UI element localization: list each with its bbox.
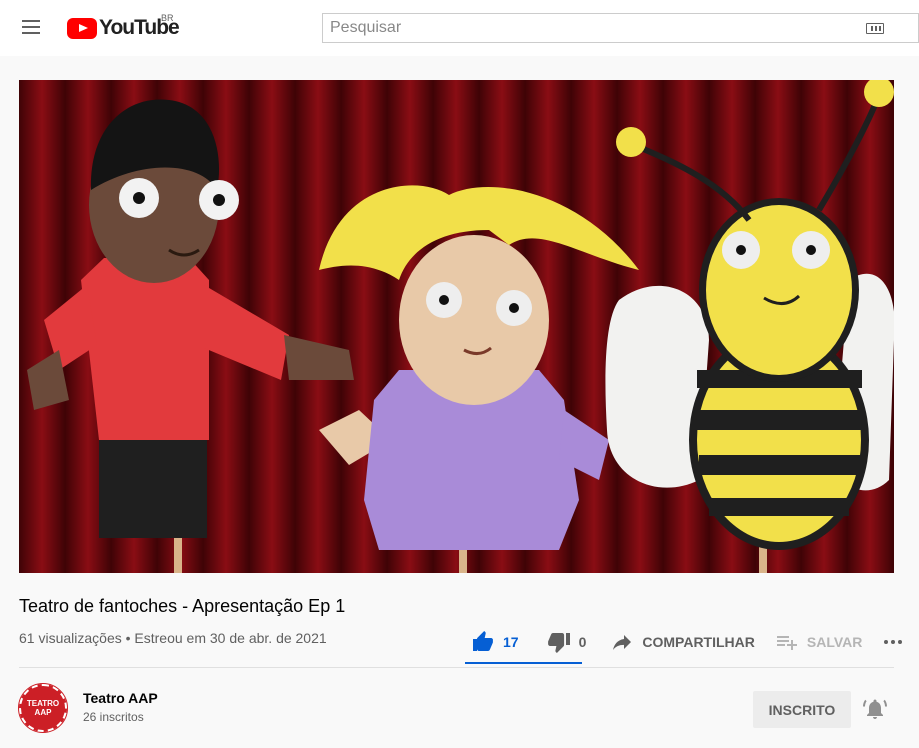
masthead: YouTube BR xyxy=(0,0,919,56)
save-button[interactable]: SALVAR xyxy=(775,622,862,662)
save-label: SALVAR xyxy=(806,634,863,650)
view-count: 61 visualizações xyxy=(19,630,122,646)
video-thumbnail xyxy=(19,80,894,573)
share-icon xyxy=(613,635,632,650)
video-title: Teatro de fantoches - Apresentação Ep 1 xyxy=(19,596,346,616)
playlist-add-icon xyxy=(776,636,797,650)
country-code: BR xyxy=(161,13,174,23)
premiere-date: Estreou em 30 de abr. de 2021 xyxy=(134,630,327,646)
divider xyxy=(19,667,894,668)
more-actions-button[interactable] xyxy=(884,622,903,662)
keyboard-icon[interactable] xyxy=(866,23,884,34)
youtube-play-icon xyxy=(67,17,97,39)
video-player[interactable] xyxy=(19,80,894,573)
video-meta: 61 visualizações • Estreou em 30 de abr.… xyxy=(19,630,327,646)
avatar-text-line1: TEATRO xyxy=(26,699,60,708)
youtube-logo[interactable]: YouTube BR xyxy=(67,13,180,40)
menu-icon[interactable] xyxy=(22,20,40,34)
sentiment-bar xyxy=(465,662,582,664)
dislike-button[interactable]: 0 xyxy=(547,622,587,662)
share-label: COMPARTILHAR xyxy=(642,634,755,650)
thumbs-down-icon xyxy=(547,633,570,653)
like-button[interactable]: 17 xyxy=(465,622,519,662)
channel-name[interactable]: Teatro AAP xyxy=(83,690,158,706)
thumbs-up-icon xyxy=(473,631,493,651)
more-icon xyxy=(884,640,903,644)
channel-avatar[interactable]: TEATRO AAP xyxy=(18,683,68,733)
search-box xyxy=(322,13,919,43)
subscriber-count: 26 inscritos xyxy=(83,710,144,724)
avatar-text-line2: AAP xyxy=(34,708,52,717)
notification-bell-icon[interactable] xyxy=(863,697,887,721)
meta-separator: • xyxy=(125,630,131,646)
subscribe-button[interactable]: INSCRITO xyxy=(753,691,851,728)
share-button[interactable]: COMPARTILHAR xyxy=(610,622,755,662)
like-count: 17 xyxy=(503,634,519,650)
dislike-count: 0 xyxy=(578,634,587,650)
video-actions: 17 0 COMPARTILHAR SALVAR xyxy=(465,622,903,662)
search-input[interactable] xyxy=(323,14,843,42)
